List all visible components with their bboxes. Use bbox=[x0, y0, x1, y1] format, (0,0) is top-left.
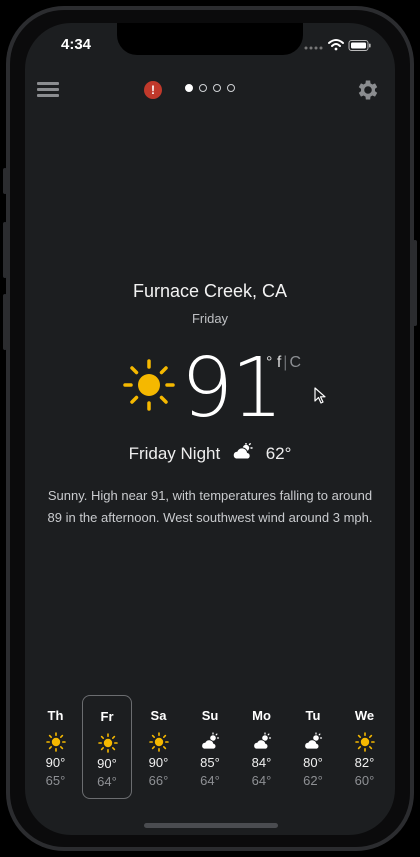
forecast-high: 90° bbox=[148, 755, 169, 770]
forecast-day[interactable]: Sa 90° 66° bbox=[134, 695, 184, 799]
side-button-silent bbox=[3, 168, 7, 194]
forecast-day-name: Th bbox=[47, 708, 64, 723]
forecast-high: 90° bbox=[45, 755, 66, 770]
forecast-day[interactable]: Th 90° 65° bbox=[31, 695, 81, 799]
unit-separator: | bbox=[283, 354, 288, 371]
sun-icon bbox=[45, 732, 66, 752]
forecast-day-name: Mo bbox=[252, 708, 271, 723]
page-dot-4[interactable] bbox=[227, 84, 235, 92]
side-button-volume-up bbox=[3, 222, 7, 278]
page-dot-2[interactable] bbox=[199, 84, 207, 92]
forecast-day-name: Sa bbox=[150, 708, 167, 723]
forecast-day-name: Fr bbox=[100, 709, 114, 724]
forecast-day[interactable]: We 82° 60° bbox=[340, 695, 390, 799]
tonight-low: 62° bbox=[265, 444, 292, 463]
unit-celsius[interactable]: C bbox=[289, 354, 301, 371]
notch bbox=[117, 23, 303, 55]
forecast-day[interactable]: Tu 80° 62° bbox=[288, 695, 338, 799]
mouse-cursor-icon bbox=[314, 387, 326, 404]
sun-icon bbox=[98, 733, 118, 753]
current-day: Friday bbox=[191, 311, 229, 326]
forecast-day-name: Su bbox=[201, 708, 219, 723]
partly-cloudy-icon bbox=[252, 732, 272, 752]
forecast-day-name: We bbox=[354, 708, 375, 723]
forecast-high: 82° bbox=[354, 755, 375, 770]
forecast-description: Sunny. High near 91, with temperatures f… bbox=[47, 488, 373, 525]
hamburger-menu-icon[interactable] bbox=[37, 79, 59, 101]
cellular-signal-icon bbox=[304, 46, 323, 50]
forecast-day-name: Tu bbox=[305, 708, 321, 723]
battery-icon bbox=[348, 40, 371, 51]
page-indicator[interactable] bbox=[185, 84, 235, 96]
status-icons bbox=[304, 39, 371, 51]
unit-toggle[interactable]: ° f | C bbox=[266, 354, 301, 372]
forecast-low: 66° bbox=[148, 773, 169, 788]
partly-cloudy-night-icon bbox=[232, 443, 253, 460]
forecast-low: 64° bbox=[97, 774, 117, 789]
forecast-high: 90° bbox=[97, 756, 117, 771]
home-indicator[interactable] bbox=[144, 823, 278, 828]
location-name: Furnace Creek, CA bbox=[132, 281, 288, 301]
app-screen: 4:34 ! Furnace Creek, CA Friday 91 ° f |… bbox=[25, 23, 395, 835]
unit-fahrenheit[interactable]: ° f bbox=[266, 354, 281, 371]
forecast-low: 64° bbox=[251, 773, 272, 788]
forecast-low: 64° bbox=[200, 773, 220, 788]
forecast-day[interactable]: Mo 84° 64° bbox=[237, 695, 287, 799]
sun-icon bbox=[148, 732, 169, 752]
forecast-high: 85° bbox=[200, 755, 220, 770]
sun-icon bbox=[123, 359, 175, 411]
partly-cloudy-icon bbox=[303, 732, 323, 752]
forecast-low: 65° bbox=[45, 773, 66, 788]
tonight-summary: Friday Night 62° bbox=[25, 443, 395, 464]
forecast-low: 62° bbox=[303, 773, 323, 788]
forecast-day[interactable]: Fr 90° 64° bbox=[82, 695, 132, 799]
status-time: 4:34 bbox=[61, 36, 92, 53]
forecast-low: 60° bbox=[354, 773, 375, 788]
forecast-high: 84° bbox=[251, 755, 272, 770]
side-button-power bbox=[413, 240, 417, 326]
tonight-label: Friday Night bbox=[128, 444, 221, 463]
side-button-volume-down bbox=[3, 294, 7, 350]
forecast-high: 80° bbox=[303, 755, 323, 770]
wifi-icon bbox=[328, 39, 344, 51]
daily-forecast-strip[interactable]: Th 90° 65° Fr 90° 64° Sa 90° 66° Su 85° 64° Mo 84° 64°… bbox=[25, 695, 395, 805]
sun-icon bbox=[354, 732, 375, 752]
gear-icon[interactable] bbox=[355, 77, 381, 103]
partly-cloudy-icon bbox=[200, 732, 220, 752]
forecast-day[interactable]: Su 85° 64° bbox=[185, 695, 235, 799]
page-dot-1[interactable] bbox=[185, 84, 193, 92]
page-dot-3[interactable] bbox=[213, 84, 221, 92]
alert-exclamation-icon[interactable]: ! bbox=[144, 81, 162, 99]
